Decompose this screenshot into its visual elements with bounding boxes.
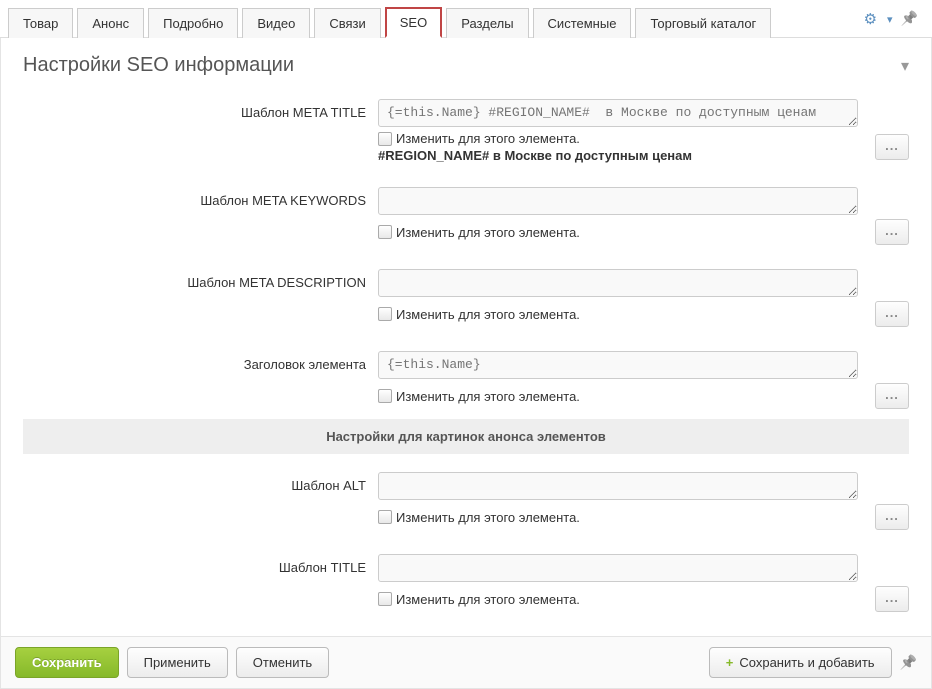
tab-seo[interactable]: SEO (385, 7, 442, 38)
label-title-tpl: Шаблон TITLE (23, 554, 378, 575)
panel-header: Настройки SEO информации (1, 38, 931, 89)
label-meta-description: Шаблон META DESCRIPTION (23, 269, 378, 290)
row-alt: Шаблон ALT Изменить для этого элемента. (23, 472, 909, 530)
input-alt[interactable] (378, 472, 858, 500)
settings-caret-icon[interactable] (885, 11, 893, 26)
section-heading-images: Настройки для картинок анонса элементов (23, 419, 909, 454)
plus-icon: + (726, 655, 734, 670)
footer-actions: Сохранить Применить Отменить +Сохранить … (1, 636, 931, 688)
checkbox-label-meta-title: Изменить для этого элемента. (396, 131, 580, 146)
form-body: Шаблон META TITLE Изменить для этого эле… (1, 89, 931, 636)
label-alt: Шаблон ALT (23, 472, 378, 493)
checkbox-label-alt: Изменить для этого элемента. (396, 510, 580, 525)
input-meta-keywords[interactable] (378, 187, 858, 215)
checkbox-title-tpl[interactable] (378, 592, 392, 606)
tab-video[interactable]: Видео (242, 8, 310, 38)
checkbox-label-meta-keywords: Изменить для этого элемента. (396, 225, 580, 240)
label-meta-title: Шаблон META TITLE (23, 99, 378, 120)
checkbox-meta-description[interactable] (378, 307, 392, 321)
tab-announce[interactable]: Анонс (77, 8, 144, 38)
gear-icon[interactable] (864, 10, 877, 28)
tabs-container: Товар Анонс Подробно Видео Связи SEO Раз… (0, 0, 932, 38)
pin-icon[interactable] (901, 10, 918, 27)
input-title-tpl[interactable] (378, 554, 858, 582)
checkbox-meta-keywords[interactable] (378, 225, 392, 239)
more-btn-meta-description[interactable] (875, 301, 909, 327)
footer-pin-icon[interactable] (900, 654, 917, 671)
more-btn-alt[interactable] (875, 504, 909, 530)
more-btn-title-tpl[interactable] (875, 586, 909, 612)
save-button[interactable]: Сохранить (15, 647, 119, 678)
seo-panel: Настройки SEO информации Шаблон META TIT… (0, 38, 932, 689)
row-meta-keywords: Шаблон META KEYWORDS Изменить для этого … (23, 187, 909, 245)
row-meta-description: Шаблон META DESCRIPTION Изменить для это… (23, 269, 909, 327)
checkbox-label-meta-description: Изменить для этого элемента. (396, 307, 580, 322)
checkbox-element-title[interactable] (378, 389, 392, 403)
collapse-icon[interactable] (901, 56, 909, 76)
apply-button[interactable]: Применить (127, 647, 228, 678)
tab-detail[interactable]: Подробно (148, 8, 238, 38)
tab-sections[interactable]: Разделы (446, 8, 528, 38)
tab-relations[interactable]: Связи (314, 8, 380, 38)
more-btn-element-title[interactable] (875, 383, 909, 409)
label-element-title: Заголовок элемента (23, 351, 378, 372)
row-element-title: Заголовок элемента Изменить для этого эл… (23, 351, 909, 409)
checkbox-meta-title[interactable] (378, 132, 392, 146)
more-btn-meta-keywords[interactable] (875, 219, 909, 245)
tab-system[interactable]: Системные (533, 8, 632, 38)
input-meta-title[interactable] (378, 99, 858, 127)
tab-catalog[interactable]: Торговый каталог (635, 8, 771, 38)
input-meta-description[interactable] (378, 269, 858, 297)
checkbox-alt[interactable] (378, 510, 392, 524)
tab-product[interactable]: Товар (8, 8, 73, 38)
input-element-title[interactable] (378, 351, 858, 379)
panel-title: Настройки SEO информации (23, 54, 294, 77)
label-meta-keywords: Шаблон META KEYWORDS (23, 187, 378, 208)
row-title-tpl: Шаблон TITLE Изменить для этого элемента… (23, 554, 909, 612)
save-and-add-button[interactable]: +Сохранить и добавить (709, 647, 892, 678)
checkbox-label-element-title: Изменить для этого элемента. (396, 389, 580, 404)
row-meta-title: Шаблон META TITLE Изменить для этого эле… (23, 99, 909, 163)
checkbox-label-title-tpl: Изменить для этого элемента. (396, 592, 580, 607)
cancel-button[interactable]: Отменить (236, 647, 329, 678)
preview-meta-title: #REGION_NAME# в Москве по доступным цена… (378, 148, 869, 163)
more-btn-meta-title[interactable] (875, 134, 909, 160)
